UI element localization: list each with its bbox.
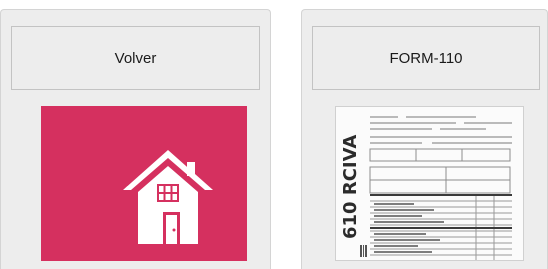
form-thumbnail[interactable]: 610 RCIVA	[335, 106, 524, 261]
left-card: Volver	[0, 9, 271, 269]
home-tile[interactable]	[41, 106, 247, 261]
right-card: FORM-110 610 RCIVA	[301, 9, 548, 269]
volver-button[interactable]: Volver	[11, 26, 260, 90]
form-110-button[interactable]: FORM-110	[312, 26, 540, 90]
form-110-button-label: FORM-110	[389, 49, 463, 67]
home-icon	[123, 150, 213, 244]
volver-button-label: Volver	[114, 49, 157, 67]
thumbnail-vertical-text: 610 RCIVA	[340, 135, 361, 239]
document-thumbnail-image: 610 RCIVA	[336, 107, 523, 260]
